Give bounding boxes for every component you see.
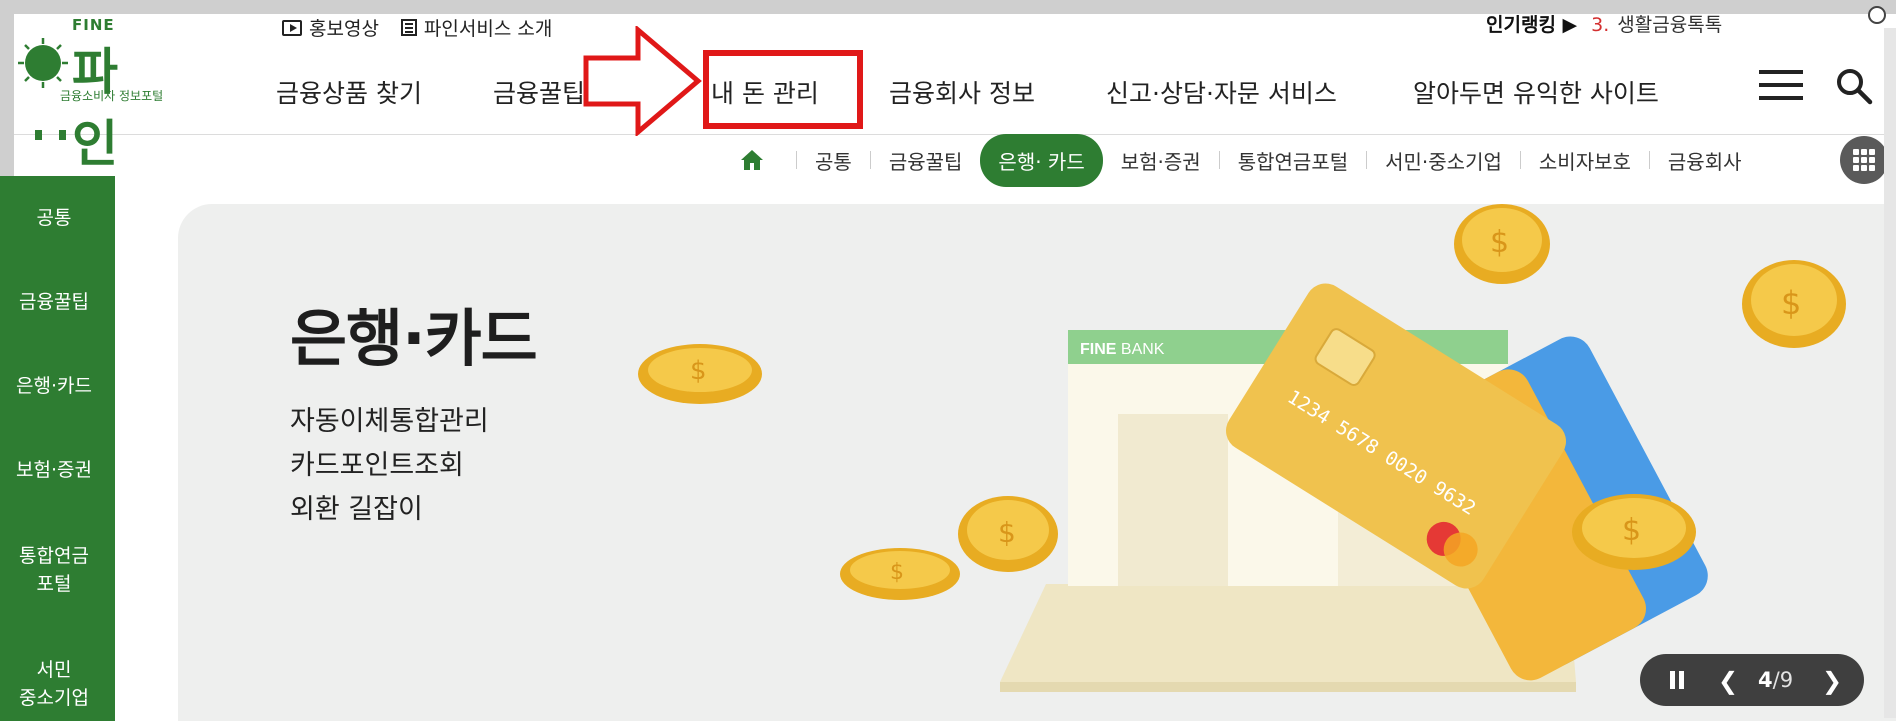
link-fx-guide[interactable]: 외환 길잡이 [290, 488, 489, 532]
ranking-number: 3. [1591, 14, 1610, 36]
link-auto-transfer[interactable]: 자동이체통합관리 [290, 400, 489, 444]
coin-icon: $ [840, 548, 960, 600]
slide-counter: 4/9 [1758, 668, 1793, 692]
svg-text:$: $ [1622, 513, 1641, 548]
annotation-highlight-box [703, 50, 863, 129]
promo-video-link[interactable]: 홍보영상 [282, 14, 379, 41]
next-slide-icon[interactable]: ❯ [1822, 667, 1842, 695]
hero-title: 은행·카드 [290, 302, 538, 375]
subnav-consumer-protection[interactable]: 소비자보호 [1539, 146, 1631, 175]
sidenav-common[interactable]: 공통 [0, 204, 108, 232]
category-subnav: 공통 금융꿀팁 은행· 카드 보험·증권 통합연금포털 서민·중소기업 소비자보… [740, 133, 1742, 187]
ranking-topic: 생활금융톡톡 [1617, 14, 1723, 36]
gnb-report-consult[interactable]: 신고·상담·자문 서비스 [1106, 74, 1337, 110]
subnav-common[interactable]: 공통 [815, 146, 852, 175]
annotation-arrow-icon [583, 26, 702, 136]
slide-total: 9 [1779, 668, 1794, 692]
subnav-pension[interactable]: 통합연금포털 [1238, 146, 1348, 175]
video-icon [282, 19, 302, 36]
coin-icon: $ [1454, 204, 1550, 284]
logo-name: 파 인 [72, 43, 128, 173]
slider-controls: ❮ 4/9 ❯ [1640, 654, 1864, 706]
all-menu-grid-icon[interactable] [1840, 136, 1888, 184]
hero-links: 자동이체통합관리 카드포인트조회 외환 길잡이 [290, 400, 489, 532]
subnav-tips[interactable]: 금융꿀팁 [889, 146, 963, 175]
sidenav-insurance[interactable]: 보험·증권 [0, 456, 108, 484]
coin-icon: $ [958, 496, 1058, 572]
page-scrollbar[interactable] [1884, 28, 1896, 718]
ranking-label: 인기랭킹 ▶ [1486, 14, 1578, 36]
coin-icon: $ [638, 344, 762, 404]
pause-icon[interactable] [1670, 671, 1684, 689]
coin-icon: $ [1572, 494, 1696, 570]
gnb-useful-sites[interactable]: 알아두면 유익한 사이트 [1413, 74, 1659, 110]
subnav-insurance[interactable]: 보험·증권 [1121, 146, 1201, 175]
promo-video-label: 홍보영상 [309, 18, 379, 40]
subnav-small-business[interactable]: 서민·중소기업 [1385, 146, 1502, 175]
service-intro-link[interactable]: 파인서비스 소개 [400, 14, 553, 41]
logo-subtitle: 금융소비자 정보포털 [60, 89, 164, 103]
gnb-company-info[interactable]: 금융회사 정보 [889, 74, 1035, 110]
sidenav-bank-card[interactable]: 은행·카드 [0, 372, 108, 400]
subnav-financial-company[interactable]: 금융회사 [1668, 146, 1742, 175]
scroll-top-icon[interactable] [1868, 6, 1886, 24]
coin-icon: $ [1742, 260, 1846, 348]
site-logo[interactable]: FINE 파 인 금융소비자 정보포털 [14, 14, 194, 173]
svg-text:$: $ [1781, 284, 1801, 322]
search-icon[interactable] [1834, 66, 1874, 106]
logo-sun-icon [18, 38, 68, 88]
page: FINE 파 인 금융소비자 정보포털 홍보영상 파인서비스 소개 인기랭킹 ▶… [0, 0, 1896, 721]
separator [796, 151, 797, 169]
bank-label-bold: FINE [1080, 341, 1117, 358]
svg-text:$: $ [1490, 225, 1509, 260]
slide-current: 4 [1758, 668, 1773, 692]
subnav-bank-card[interactable]: 은행· 카드 [980, 133, 1103, 187]
separator [1648, 151, 1650, 169]
bank-label: BANK [1116, 341, 1164, 358]
svg-text:$: $ [998, 516, 1016, 549]
svg-text:$: $ [890, 560, 904, 585]
svg-text:$: $ [690, 356, 707, 386]
separator [1218, 151, 1220, 169]
prev-slide-icon[interactable]: ❮ [1718, 667, 1738, 695]
separator [869, 151, 871, 169]
sidenav-small-business[interactable]: 서민 중소기업 [0, 656, 108, 712]
home-icon[interactable] [740, 149, 764, 171]
svg-text:FINE BANK: FINE BANK [1080, 341, 1165, 358]
popular-ranking[interactable]: 인기랭킹 ▶ 3. 생활금융톡톡 [1486, 10, 1722, 37]
sidenav-pension[interactable]: 통합연금 포털 [0, 542, 108, 598]
separator [1519, 151, 1521, 169]
hamburger-menu-icon[interactable] [1759, 70, 1803, 104]
gnb-product-search[interactable]: 금융상품 찾기 [276, 74, 422, 110]
sidenav-handle [35, 130, 75, 140]
slide-separator: / [1772, 668, 1780, 692]
side-quick-nav: 공통 금융꿀팁 은행·카드 보험·증권 통합연금 포털 서민 중소기업 [0, 176, 115, 721]
link-card-points[interactable]: 카드포인트조회 [290, 444, 489, 488]
service-intro-label: 파인서비스 소개 [423, 18, 553, 40]
hero-banner: FINE BANK 1234 5678 0020 9632 $ $ $ $ $ … [178, 204, 1896, 721]
site-header: FINE 파 인 금융소비자 정보포털 홍보영상 파인서비스 소개 인기랭킹 ▶… [14, 14, 1884, 173]
utility-links: 홍보영상 파인서비스 소개 [282, 14, 552, 41]
sidenav-tips[interactable]: 금융꿀팁 [0, 288, 108, 316]
list-icon [400, 19, 417, 36]
separator [1366, 151, 1368, 169]
